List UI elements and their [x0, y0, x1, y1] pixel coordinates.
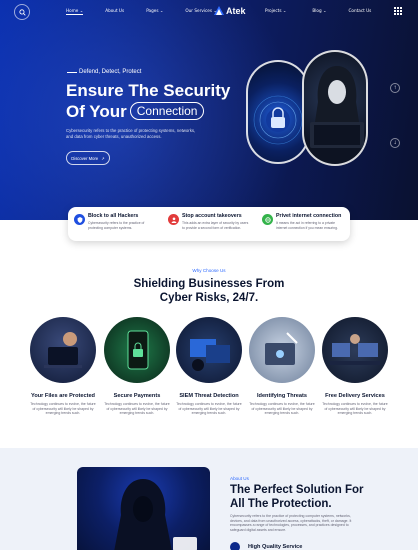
about-section: About Us The Perfect Solution For All Th…	[0, 448, 418, 550]
feature-private-connection: Privet internet connection It means the …	[256, 207, 350, 241]
service-card-siem[interactable]: SIEM Threat Detection Technology continu…	[176, 317, 242, 416]
feature-block-hackers: Block to all Hackers Cybersecurity refer…	[68, 207, 162, 241]
feature-stop-takeovers: Stop account takeovers This adds an extr…	[162, 207, 256, 241]
about-title: The Perfect Solution For All The Protect…	[230, 484, 364, 510]
tablet-icon	[265, 332, 298, 365]
phone-lock-icon	[127, 330, 149, 370]
nav-links: Home ⌄ About Us Pages ⌄ Our Services ⌄	[60, 8, 217, 15]
service-card-threats[interactable]: Identifying Threats Technology continues…	[249, 317, 315, 416]
nav-link-contact[interactable]: Contact Us	[348, 8, 371, 13]
service-card-delivery[interactable]: Free Delivery Services Technology contin…	[322, 317, 388, 416]
arrow-up-right-icon: ↗	[101, 155, 105, 161]
hero-image-lock	[246, 60, 310, 164]
globe-icon	[262, 214, 273, 225]
padlock-icon	[253, 95, 303, 145]
logo-mark-icon	[214, 6, 224, 15]
nav-link-services[interactable]: Our Services ⌄	[185, 8, 217, 15]
about-description: Cybersecurity refers to the practice of …	[230, 514, 352, 532]
search-icon	[18, 8, 26, 16]
nav-link-blog[interactable]: Blog ⌄	[312, 8, 326, 13]
service-image-delivery	[322, 317, 388, 383]
service-image-files	[30, 317, 96, 383]
menu-grid-icon[interactable]	[394, 7, 402, 15]
feature-bar: Block to all Hackers Cybersecurity refer…	[68, 207, 350, 241]
hero-title-pill: Connection	[129, 102, 205, 120]
about-eyebrow: About Us	[230, 476, 249, 481]
hero-section: Home ⌄ About Us Pages ⌄ Our Services ⌄ A…	[0, 0, 418, 220]
hero-kicker: Defend, Detect, Protect	[79, 69, 142, 75]
brand-logo[interactable]: Atek	[214, 6, 246, 16]
user-lock-icon	[168, 214, 179, 225]
about-image	[77, 467, 210, 550]
search-button[interactable]	[14, 4, 30, 20]
nav-links-right: Projects ⌄ Blog ⌄ Contact Us	[265, 8, 371, 13]
hero-description: Cybersecurity refers to the practice of …	[66, 128, 196, 139]
quality-badge-icon	[230, 542, 240, 550]
shield-icon	[74, 214, 85, 225]
hooded-figure-icon	[114, 479, 197, 550]
top-navigation: Home ⌄ About Us Pages ⌄ Our Services ⌄ A…	[0, 0, 418, 24]
nav-link-about[interactable]: About Us	[105, 8, 124, 15]
nav-link-home[interactable]: Home ⌄	[66, 8, 84, 15]
service-card-payments[interactable]: Secure Payments Technology continues to …	[104, 317, 170, 416]
service-image-threats	[249, 317, 315, 383]
service-card-files[interactable]: Your Files are Protected Technology cont…	[30, 317, 96, 416]
hero-image-hacker	[302, 50, 368, 166]
laptop-icon	[44, 332, 82, 368]
slider-next-button[interactable]: ↓	[390, 138, 400, 148]
monitor-icon	[190, 339, 230, 371]
about-feature: High Quality Service	[230, 542, 302, 550]
service-image-payments	[104, 317, 170, 383]
discover-more-button[interactable]: Discover More ↗	[66, 151, 110, 165]
slider-prev-button[interactable]: ↑	[390, 83, 400, 93]
services-title: Shielding Businesses From Cyber Risks, 2…	[133, 278, 285, 304]
nav-link-pages[interactable]: Pages ⌄	[146, 8, 163, 15]
hero-title: Ensure The Security Of Your Connection	[66, 81, 231, 121]
nav-link-projects[interactable]: Projects ⌄	[265, 8, 286, 13]
services-eyebrow: Why Choose Us	[192, 268, 226, 273]
kicker-divider	[67, 72, 77, 73]
server-room-icon	[330, 334, 380, 365]
service-image-siem	[176, 317, 242, 383]
hooded-hacker-icon	[310, 66, 364, 148]
